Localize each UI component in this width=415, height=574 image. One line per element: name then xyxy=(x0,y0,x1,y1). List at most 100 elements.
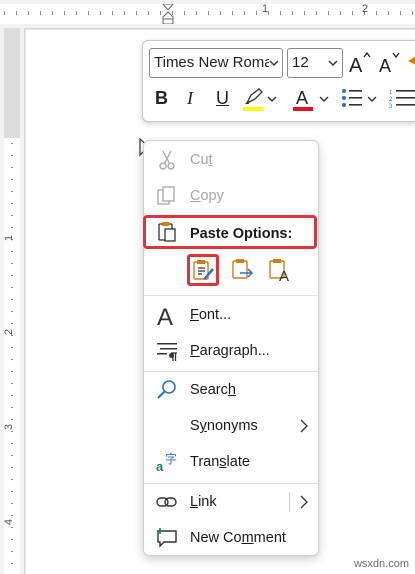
ruler-tick xyxy=(11,287,13,288)
menu-item-label: Search xyxy=(190,382,236,398)
ruler-number: 1 xyxy=(262,3,269,15)
bullets-button[interactable] xyxy=(339,85,381,113)
menu-item-copy[interactable]: Copy xyxy=(144,179,318,213)
ruler-tick xyxy=(11,479,13,480)
ruler-tick xyxy=(11,431,13,432)
chevron-down-icon[interactable] xyxy=(267,94,277,104)
ruler-tick xyxy=(11,515,13,516)
shrink-font-icon[interactable]: A xyxy=(377,50,403,76)
ruler-tick xyxy=(11,191,13,192)
ruler-number: 1 xyxy=(3,234,16,242)
menu-item-translate[interactable]: a 字 Translate xyxy=(144,445,318,479)
ruler-tick xyxy=(11,527,13,528)
link-icon xyxy=(156,497,177,507)
font-name-combobox[interactable]: Times New Roma xyxy=(149,48,283,78)
italic-button[interactable]: I xyxy=(187,87,193,109)
clipboard-brush-icon xyxy=(193,260,214,280)
ruler-tick xyxy=(256,11,257,15)
svg-text:1: 1 xyxy=(389,90,393,96)
ruler-tick xyxy=(11,347,13,348)
svg-text:3: 3 xyxy=(389,104,393,108)
svg-text:A: A xyxy=(379,56,391,76)
grow-font-icon[interactable]: A xyxy=(347,50,373,76)
ruler-tick xyxy=(268,11,269,15)
ruler-tick xyxy=(11,563,13,564)
menu-item-paragraph[interactable]: Paragraph... xyxy=(144,334,318,368)
paste-keep-source-formatting-button[interactable] xyxy=(187,254,219,286)
font-letter-icon: A xyxy=(157,304,173,326)
menu-item-new-comment[interactable]: New Comment xyxy=(144,521,318,555)
menu-item-link[interactable]: Link xyxy=(144,485,318,519)
ruler-tick xyxy=(232,11,233,15)
ruler-tick xyxy=(11,335,13,336)
ruler-tick xyxy=(11,323,13,324)
ruler-tick xyxy=(112,11,113,15)
clipboard-merge-icon xyxy=(232,259,254,279)
svg-text:字: 字 xyxy=(165,451,177,466)
translate-icon: a 字 xyxy=(156,451,177,473)
svg-text:2: 2 xyxy=(389,97,393,103)
svg-text:A: A xyxy=(296,88,308,106)
menu-item-label: New Comment xyxy=(190,530,286,546)
menu-item-cut[interactable]: Cut xyxy=(144,143,318,177)
ruler-tick xyxy=(196,11,197,15)
ruler-tick xyxy=(11,395,13,396)
ruler-tick xyxy=(376,11,377,15)
svg-text:a: a xyxy=(156,459,164,473)
ruler-tick xyxy=(11,551,13,552)
clipboard-text-icon: A xyxy=(269,259,289,283)
chevron-down-icon xyxy=(328,60,338,66)
chevron-down-icon[interactable] xyxy=(367,94,377,104)
ruler-tick xyxy=(11,299,13,300)
ruler-tick xyxy=(136,11,137,15)
ruler-tick xyxy=(352,11,353,15)
ruler-number: 2 xyxy=(3,328,16,336)
font-color-button[interactable]: A xyxy=(291,85,331,113)
paste-merge-formatting-button[interactable] xyxy=(227,254,259,286)
paste-keep-text-only-button[interactable]: A xyxy=(264,254,296,286)
svg-text:A: A xyxy=(349,55,363,76)
chevron-right-icon[interactable] xyxy=(300,495,308,509)
menu-item-label: Paragraph... xyxy=(190,343,270,359)
ruler-tick xyxy=(16,11,17,15)
ruler-tick xyxy=(4,11,5,15)
font-size-combobox[interactable]: 12 xyxy=(287,48,343,78)
ruler-tick xyxy=(340,11,341,15)
ruler-tick xyxy=(64,11,65,15)
ruler-tick xyxy=(11,419,13,420)
ruler-tick xyxy=(11,467,13,468)
menu-separator xyxy=(144,371,318,372)
mini-toolbar: Times New Roma 12 A A B I U A 1 2 3 xyxy=(142,40,415,122)
menu-item-search[interactable]: Search xyxy=(144,373,318,407)
indent-marker-icon[interactable] xyxy=(162,4,174,24)
highlight-button[interactable] xyxy=(241,85,279,113)
font-color-swatch xyxy=(293,107,313,111)
ruler-tick xyxy=(52,11,53,15)
menu-item-label: Synonyms xyxy=(190,418,258,434)
ruler-tick xyxy=(244,11,245,15)
ruler-tick xyxy=(400,11,401,15)
format-painter-icon[interactable] xyxy=(407,53,415,73)
ruler-number: 3 xyxy=(3,423,16,431)
ruler-tick xyxy=(148,11,149,15)
ruler-tick xyxy=(11,359,13,360)
menu-item-label: Translate xyxy=(190,454,250,470)
menu-item-font[interactable]: A Font... xyxy=(144,298,318,332)
ruler-tick xyxy=(40,11,41,15)
menu-item-synonyms[interactable]: Synonyms xyxy=(144,409,318,443)
ruler-tick xyxy=(184,11,185,15)
chevron-down-icon[interactable] xyxy=(319,94,329,104)
numbered-list-icon[interactable]: 1 2 3 xyxy=(389,88,415,108)
underline-button[interactable]: U xyxy=(216,87,229,109)
vertical-ruler[interactable]: 1 2 3 4 xyxy=(0,28,25,574)
svg-text:A: A xyxy=(279,268,289,283)
ruler-tick xyxy=(11,251,13,252)
bold-button[interactable]: B xyxy=(155,87,168,109)
ruler-tick xyxy=(388,11,389,15)
watermark: wsxdn.com xyxy=(353,558,409,570)
ruler-tick xyxy=(316,11,317,15)
ruler-tick xyxy=(11,539,13,540)
horizontal-ruler[interactable]: 1 2 xyxy=(0,0,415,29)
paste-options-header: Paste Options: xyxy=(143,215,317,249)
ruler-tick xyxy=(11,455,13,456)
